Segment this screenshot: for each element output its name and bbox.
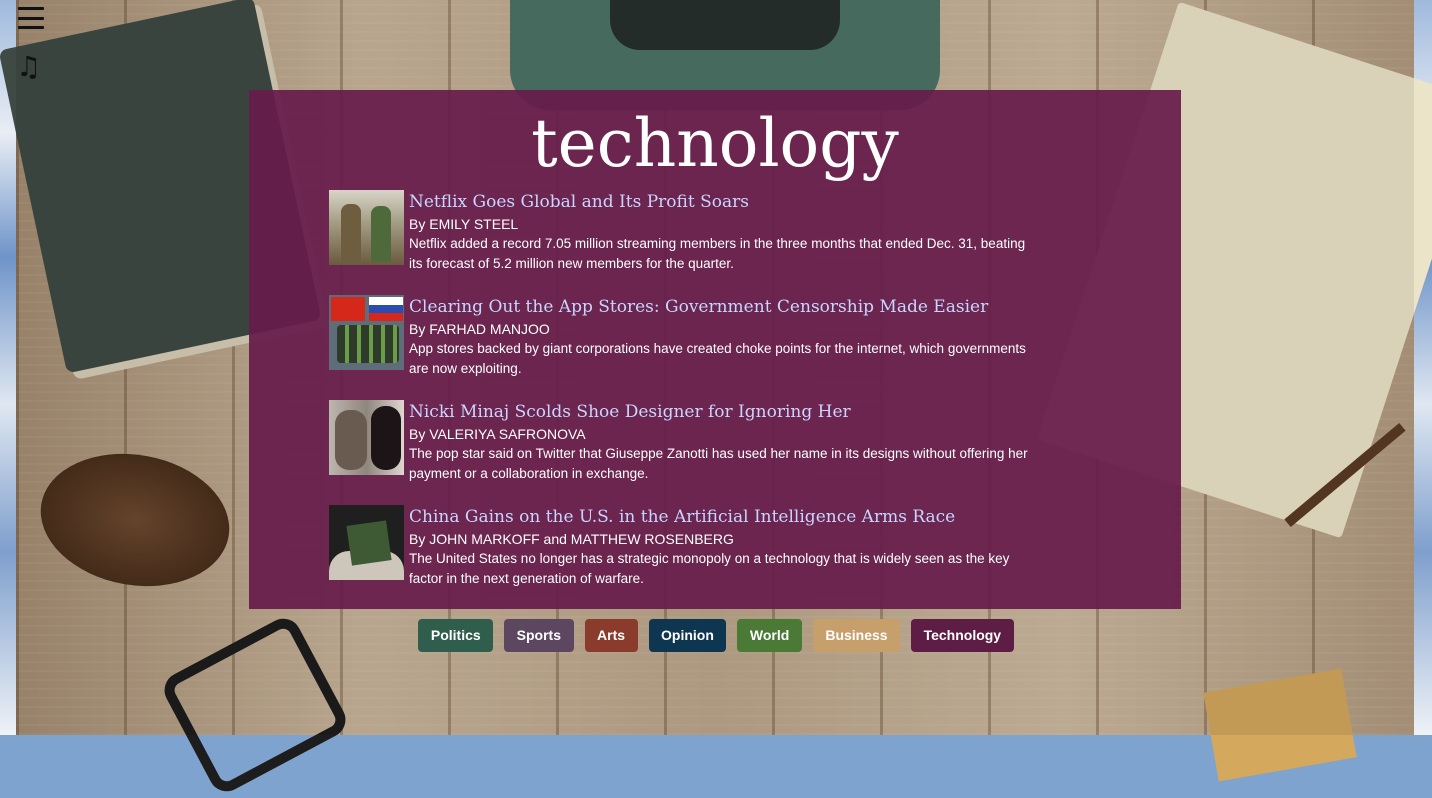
thumbnail-image: [329, 400, 404, 475]
article-headline-link[interactable]: Clearing Out the App Stores: Government …: [409, 295, 1029, 319]
article-byline: By EMILY STEEL: [409, 216, 519, 232]
thumbnail-phone: [337, 325, 399, 363]
article-byline: By VALERIYA SAFRONOVA: [409, 426, 586, 442]
thumbnail-person: [341, 204, 361, 262]
article-item: Clearing Out the App Stores: Government …: [329, 295, 1029, 400]
article-thumbnail[interactable]: [329, 400, 404, 475]
article-item: China Gains on the U.S. in the Artificia…: [329, 505, 1029, 610]
thumbnail-flag: [369, 297, 403, 321]
article-byline: By JOHN MARKOFF and MATTHEW ROSENBERG: [409, 531, 734, 547]
article-summary: The United States no longer has a strate…: [409, 551, 1010, 586]
menu-bar: [18, 26, 44, 29]
article-summary: App stores backed by giant corporations …: [409, 341, 1026, 376]
music-note-icon[interactable]: ♫: [16, 52, 41, 82]
menu-bar: [18, 16, 44, 20]
article-thumbnail[interactable]: [329, 190, 404, 265]
thumbnail-image: [329, 505, 404, 580]
thumbnail-chip: [346, 520, 392, 566]
article-item: Netflix Goes Global and Its Profit Soars…: [329, 190, 1029, 295]
article-item: Nicki Minaj Scolds Shoe Designer for Ign…: [329, 400, 1029, 505]
thumbnail-image: [329, 190, 404, 265]
thumbnail-image: [329, 295, 404, 370]
article-headline-link[interactable]: Netflix Goes Global and Its Profit Soars: [409, 190, 1029, 214]
nav-button-opinion[interactable]: Opinion: [648, 619, 727, 652]
nav-button-arts[interactable]: Arts: [584, 619, 638, 652]
article-body: Clearing Out the App Stores: Government …: [409, 295, 1029, 400]
nav-button-business[interactable]: Business: [812, 619, 901, 652]
hamburger-menu-icon[interactable]: [18, 7, 44, 29]
article-thumbnail[interactable]: [329, 505, 404, 580]
section-panel: technology Netflix Goes Global and Its P…: [249, 90, 1181, 609]
article-byline: By FARHAD MANJOO: [409, 321, 550, 337]
article-thumbnail[interactable]: [329, 295, 404, 370]
section-title: technology: [531, 105, 899, 182]
article-summary: Netflix added a record 7.05 million stre…: [409, 236, 1026, 271]
nav-button-technology[interactable]: Technology: [911, 619, 1014, 652]
article-summary: The pop star said on Twitter that Giusep…: [409, 446, 1028, 481]
nav-button-sports[interactable]: Sports: [504, 619, 574, 652]
article-headline-link[interactable]: China Gains on the U.S. in the Artificia…: [409, 505, 1029, 529]
thumbnail-person: [371, 206, 391, 262]
nav-button-politics[interactable]: Politics: [418, 619, 494, 652]
article-headline-link[interactable]: Nicki Minaj Scolds Shoe Designer for Ign…: [409, 400, 1029, 424]
article-list: Netflix Goes Global and Its Profit Soars…: [329, 190, 1029, 610]
thumbnail-person: [371, 406, 401, 470]
article-body: Nicki Minaj Scolds Shoe Designer for Ign…: [409, 400, 1029, 505]
thumbnail-flag: [331, 297, 365, 321]
menu-bar: [18, 7, 44, 10]
article-body: Netflix Goes Global and Its Profit Soars…: [409, 190, 1029, 295]
nav-button-world[interactable]: World: [737, 619, 802, 652]
thumbnail-person: [335, 410, 367, 470]
article-body: China Gains on the U.S. in the Artificia…: [409, 505, 1029, 610]
section-nav: Politics Sports Arts Opinion World Busin…: [0, 619, 1432, 652]
